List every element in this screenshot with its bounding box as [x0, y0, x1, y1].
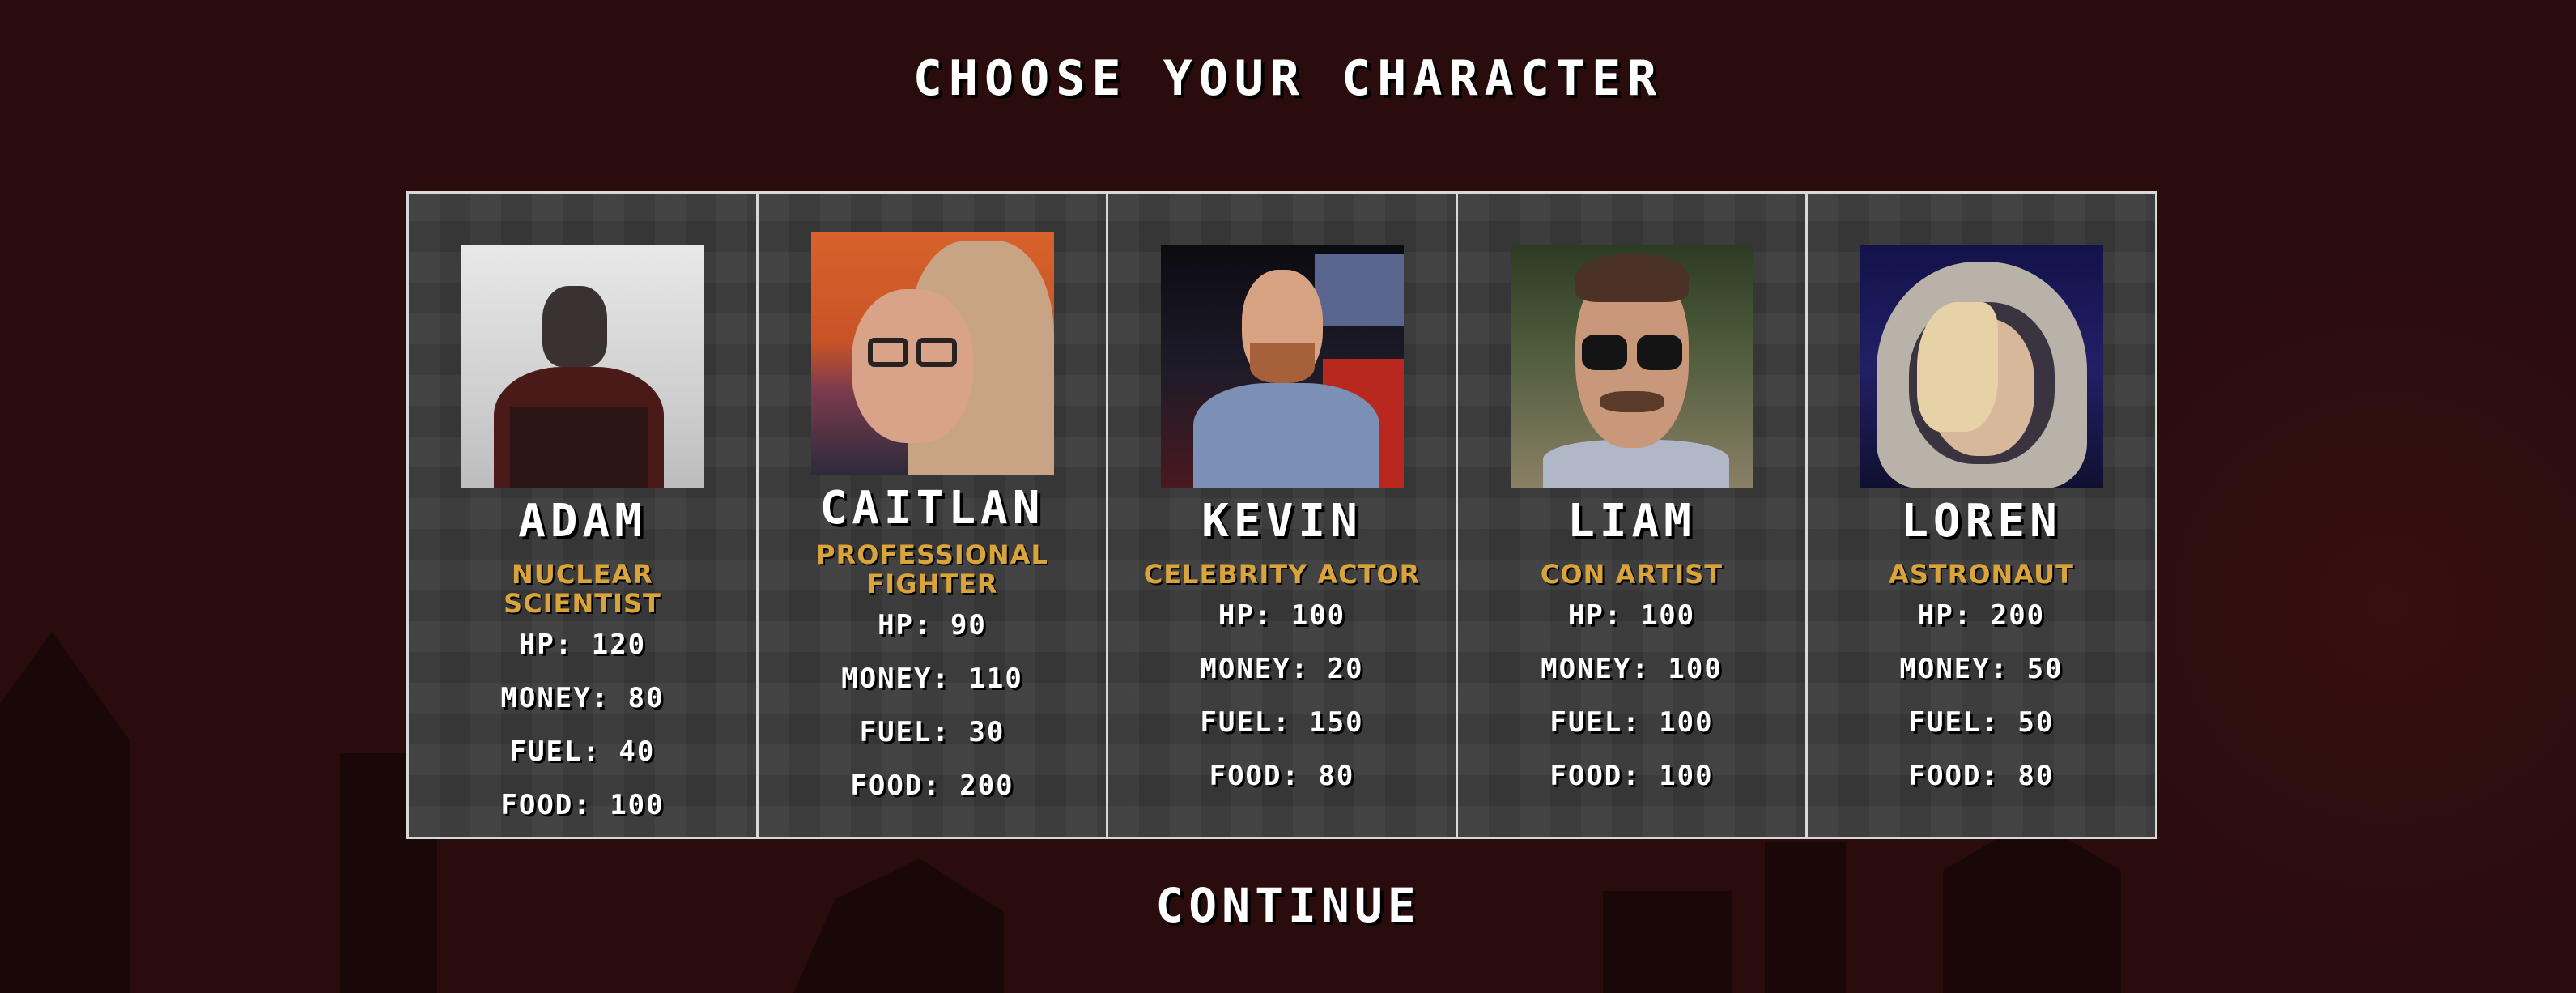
stat-money: MONEY: 110 — [841, 663, 1023, 695]
character-name: KEVIN — [1201, 495, 1362, 548]
character-card-adam[interactable]: ADAM NUCLEAR SCIENTIST HP: 120 MONEY: 80… — [406, 191, 759, 839]
character-name: LIAM — [1567, 495, 1696, 548]
background-silhouette — [0, 632, 130, 993]
character-role: CELEBRITY ACTOR — [1143, 559, 1421, 590]
character-portrait — [461, 245, 704, 488]
character-portrait — [1860, 245, 2103, 488]
stat-fuel: FUEL: 40 — [509, 735, 656, 768]
stat-food: FOOD: 100 — [1549, 760, 1714, 792]
stat-hp: HP: 200 — [1917, 599, 2046, 632]
stat-hp: HP: 120 — [518, 629, 647, 661]
page-title: CHOOSE YOUR CHARACTER — [912, 50, 1664, 107]
stat-money: MONEY: 80 — [500, 682, 665, 714]
stat-hp: HP: 90 — [878, 609, 987, 641]
character-card-caitlan[interactable]: CAITLAN PROFESSIONAL FIGHTER HP: 90 MONE… — [756, 191, 1108, 839]
character-portrait — [1160, 245, 1404, 488]
stat-fuel: FUEL: 150 — [1200, 706, 1364, 739]
stat-food: FOOD: 100 — [500, 789, 665, 821]
character-portrait — [810, 232, 1054, 475]
character-name: ADAM — [518, 495, 647, 548]
character-role: PROFESSIONAL FIGHTER — [816, 539, 1048, 599]
character-name: LOREN — [1901, 495, 2062, 548]
stat-fuel: FUEL: 100 — [1549, 706, 1714, 739]
stat-money: MONEY: 20 — [1200, 653, 1364, 685]
stat-hp: HP: 100 — [1567, 599, 1696, 632]
character-card-liam[interactable]: LIAM CON ARTIST HP: 100 MONEY: 100 FUEL:… — [1456, 191, 1808, 839]
character-role: CON ARTIST — [1540, 559, 1724, 590]
character-card-loren[interactable]: LOREN ASTRONAUT HP: 200 MONEY: 50 FUEL: … — [1805, 191, 2157, 839]
stat-money: MONEY: 100 — [1541, 653, 1723, 685]
stat-hp: HP: 100 — [1218, 599, 1346, 632]
stat-food: FOOD: 80 — [1209, 760, 1355, 792]
stat-fuel: FUEL: 30 — [859, 716, 1005, 748]
character-card-kevin[interactable]: KEVIN CELEBRITY ACTOR HP: 100 MONEY: 20 … — [1106, 191, 1458, 839]
continue-button-wrapper: CONTINUE — [0, 875, 2576, 936]
character-role: ASTRONAUT — [1889, 559, 2074, 590]
stat-food: FOOD: 80 — [1908, 760, 2055, 792]
character-portrait — [1510, 245, 1753, 488]
stat-food: FOOD: 200 — [850, 769, 1014, 802]
stat-fuel: FUEL: 50 — [1908, 706, 2055, 739]
character-role: NUCLEAR SCIENTIST — [504, 559, 661, 619]
continue-button[interactable]: CONTINUE — [1139, 875, 1436, 936]
character-name: CAITLAN — [819, 482, 1045, 535]
stat-money: MONEY: 50 — [1899, 653, 2064, 685]
character-list: ADAM NUCLEAR SCIENTIST HP: 120 MONEY: 80… — [406, 191, 2157, 839]
